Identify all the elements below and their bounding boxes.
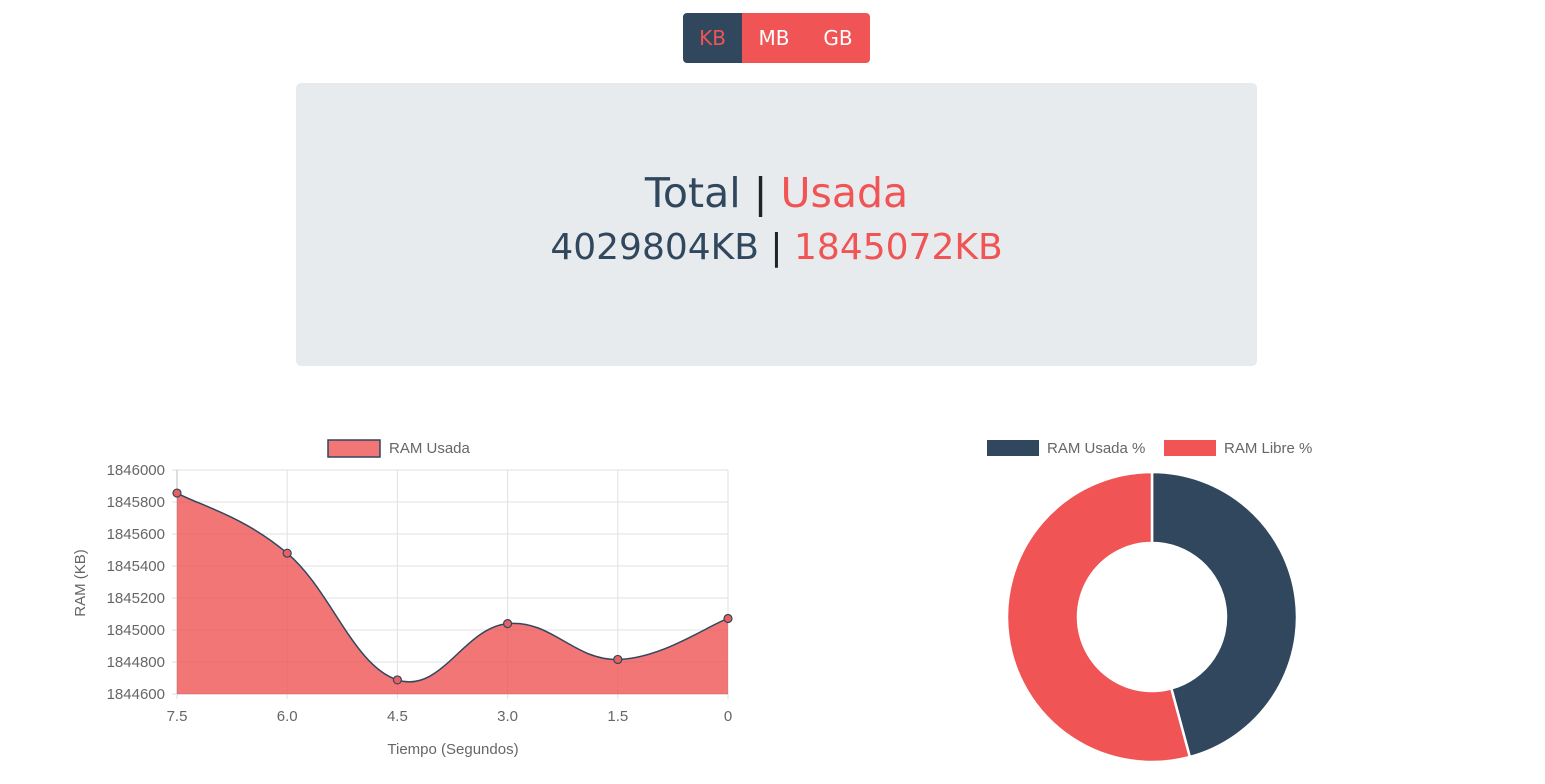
legend-label-ram-libre-pct: RAM Libre %: [1224, 440, 1312, 457]
y-tick-label: 1844800: [107, 654, 165, 671]
summary-values: 4029804KB | 1845072KB: [296, 226, 1257, 270]
values-separator: |: [770, 227, 783, 268]
unit-selector: KB MB GB: [683, 13, 870, 63]
memory-summary-panel: Total | Usada 4029804KB | 1845072KB: [296, 83, 1257, 366]
x-tick-label: 1.5: [607, 708, 628, 725]
data-point[interactable]: [172, 488, 182, 498]
data-point[interactable]: [503, 619, 513, 629]
heading-separator: |: [753, 169, 768, 217]
used-value: 1845072KB: [794, 227, 1003, 268]
data-point[interactable]: [392, 675, 402, 685]
x-tick-label: 4.5: [387, 708, 408, 725]
x-tick-label: 3.0: [497, 708, 518, 725]
x-tick-label: 7.5: [167, 708, 188, 725]
legend-label-ram-usada-pct: RAM Usada %: [1047, 440, 1145, 457]
ram-usage-area: [177, 493, 728, 694]
y-tick-label: 1844600: [107, 686, 165, 703]
ram-percentage-donut-chart: RAM Usada % RAM Libre %: [987, 440, 1312, 764]
legend-label-ram-usada: RAM Usada: [389, 440, 471, 457]
total-label: Total: [644, 169, 741, 217]
data-point[interactable]: [282, 548, 292, 558]
legend-swatch-ram-usada: [327, 439, 381, 458]
y-tick-label: 1846000: [107, 462, 165, 479]
used-label: Usada: [780, 169, 909, 217]
y-axis-title: RAM (KB): [72, 549, 89, 617]
x-tick-label: 6.0: [277, 708, 298, 725]
y-tick-label: 1845800: [107, 494, 165, 511]
unit-mb-button[interactable]: MB: [742, 13, 806, 63]
data-point[interactable]: [613, 654, 623, 665]
unit-kb-button[interactable]: KB: [683, 13, 742, 63]
ram-usage-line-chart: 1846000 1845800 1845600 1845400 1845200 18450…: [72, 439, 733, 758]
summary-heading: Total | Usada: [296, 169, 1257, 217]
x-axis-title: Tiempo (Segundos): [387, 741, 518, 758]
data-point[interactable]: [723, 613, 733, 624]
total-value: 4029804KB: [550, 227, 759, 268]
legend-swatch-ram-usada-pct: [987, 440, 1039, 456]
y-tick-label: 1845600: [107, 526, 165, 543]
y-tick-label: 1845000: [107, 622, 165, 639]
y-tick-label: 1845400: [107, 558, 165, 575]
y-tick-label: 1845200: [107, 590, 165, 607]
unit-gb-button[interactable]: GB: [806, 13, 870, 63]
x-tick-label: 0: [724, 708, 732, 725]
legend-swatch-ram-libre-pct: [1164, 440, 1216, 456]
